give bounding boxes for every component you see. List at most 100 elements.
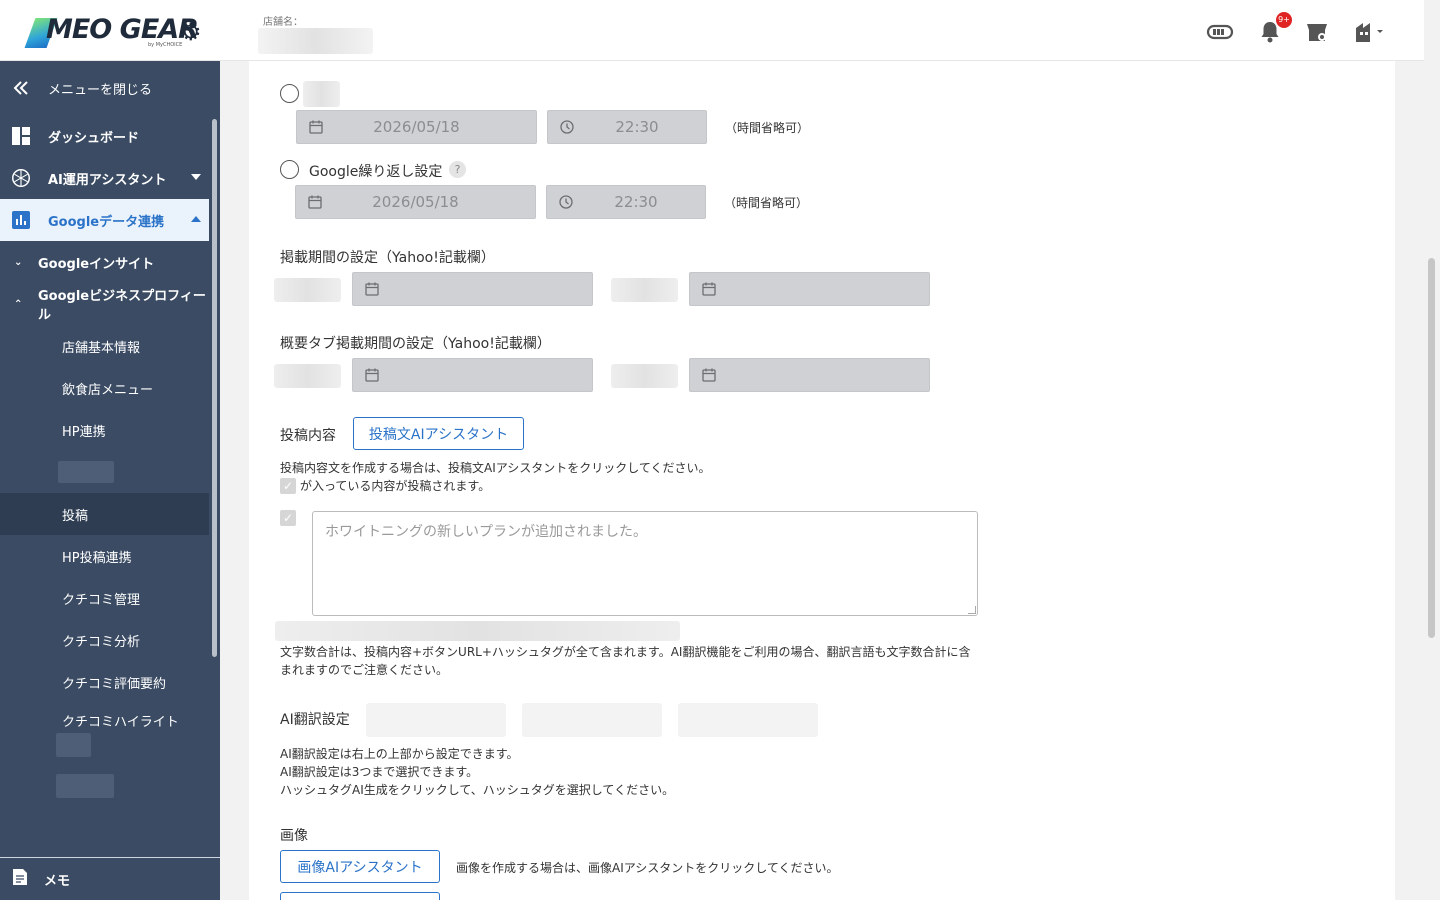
meo-gear-logo[interactable]: MEO GEAR by MyCHOICE ⚙ [24,12,210,52]
sidebar-item-review-summary[interactable]: クチコミ評価要約 [0,661,209,703]
close-menu-label: メニューを閉じる [48,82,153,98]
caret-up-icon [191,216,201,222]
sidebar-item-label: Googleデータ連携 [48,214,165,230]
sidebar-item-post[interactable]: 投稿 [0,493,209,535]
sidebar-item-label: Googleビジネスプロフィール [38,289,206,323]
schedule-date-input[interactable]: 2026/05/18 [296,110,537,144]
close-menu-button[interactable]: メニューを閉じる [0,67,209,109]
sidebar-item-label: HP投稿連携 [62,550,132,566]
time-optional-note: （時間省略可） [725,121,810,135]
yahoo-overview-label: 概要タブ掲載期間の設定（Yahoo!記載欄） [280,336,551,352]
checkbox-sample: ✓ [280,478,296,494]
notification-badge: 9+ [1276,12,1292,28]
page-scrollbar[interactable] [1428,258,1435,638]
start-label [274,364,341,388]
building-dropdown-icon[interactable] [1353,18,1387,46]
sidebar-item-label: ダッシュボード [48,130,140,146]
textarea-value: ホワイトニングの新しいプランが追加されました。 [325,524,647,540]
sidebar-item-label: クチコミ分析 [62,634,141,650]
overview-start-date-input[interactable] [352,358,593,392]
sidebar-item-google-insight[interactable]: ⌄ Googleインサイト [0,241,209,283]
toggle-icon[interactable] [1206,18,1234,46]
char-count-display [275,621,680,641]
calendar-icon [309,120,323,134]
sidebar: メニューを閉じる ダッシュボード AI運用アシスタント Googleデータ連携 … [0,61,220,900]
translation-note-3: ハッシュタグAI生成をクリックして、ハッシュタグを選択してください。 [280,783,675,797]
sidebar-item-label: 店舗基本情報 [62,340,141,356]
store-settings-icon[interactable] [1303,18,1331,46]
overview-end-date-input[interactable] [689,358,930,392]
chevron-up-icon: ⌃ [14,298,23,310]
sidebar-item-review-highlight[interactable]: クチコミハイライト [0,699,209,741]
clock-icon [560,120,574,134]
bar-chart-icon [10,209,32,231]
sidebar-item-restaurant-menu[interactable]: 飲食店メニュー [0,367,209,409]
end-label [611,278,678,302]
yahoo-period-label: 掲載期間の設定（Yahoo!記載欄） [280,250,495,266]
sidebar-item-label: Googleインサイト [38,256,155,272]
image-label: 画像 [280,828,308,844]
sidebar-item-ai-assistant[interactable]: AI運用アシスタント [0,157,209,199]
sidebar-item-dashboard[interactable]: ダッシュボード [0,115,209,157]
post-content-checkbox[interactable]: ✓ [280,510,296,526]
sidebar-item-store-info[interactable]: 店舗基本情報 [0,325,209,367]
translation-slot-3[interactable] [678,703,818,737]
calendar-icon [702,282,716,296]
translation-slot-1[interactable] [366,703,506,737]
sidebar-scrollbar[interactable] [212,119,217,657]
time-optional-note: （時間省略可） [724,196,809,210]
top-header: MEO GEAR by MyCHOICE ⚙ 店舗名： 9+ [0,0,1424,61]
yahoo-end-date-input[interactable] [689,272,930,306]
post-content-textarea[interactable]: ホワイトニングの新しいプランが追加されました。 [312,511,978,616]
double-chevron-left-icon [10,77,32,99]
translation-note-1: AI翻訳設定は右上の上部から設定できます。 [280,747,519,761]
store-name-label: 店舗名： [263,17,303,28]
help-icon[interactable]: ? [449,161,466,178]
sidebar-item-review-management[interactable]: クチコミ管理 [0,577,209,619]
gear-icon: ⚙ [180,18,202,46]
calendar-icon [365,368,379,382]
schedule-option-label [303,81,340,107]
post-ai-assistant-button[interactable]: 投稿文AIアシスタント [353,417,524,450]
image-hint: 画像を作成する場合は、画像AIアシスタントをクリックしてください。 [456,861,839,875]
schedule-time-input[interactable]: 22:30 [547,110,707,144]
sidebar-item-redacted[interactable] [56,774,114,798]
clock-icon [559,195,573,209]
note-icon [12,868,28,890]
image-upload-button[interactable] [280,892,440,900]
sidebar-item-redacted[interactable] [56,733,91,757]
sidebar-item-redacted[interactable] [58,461,114,483]
post-content-label: 投稿内容 [280,428,336,444]
start-label [274,278,341,302]
yahoo-start-date-input[interactable] [352,272,593,306]
translation-label: AI翻訳設定 [280,712,350,728]
schedule-radio[interactable] [280,84,299,103]
char-count-note: 文字数合計は、投稿内容+ボタンURL+ハッシュタグが全て含まれます。AI翻訳機能… [280,645,971,677]
resize-handle[interactable] [968,606,976,614]
chevron-down-icon: ⌄ [14,256,23,268]
sidebar-item-hp-post-link[interactable]: HP投稿連携 [0,535,209,577]
calendar-icon [702,368,716,382]
sidebar-item-hp-link[interactable]: HP連携 [0,409,209,451]
sidebar-item-label: クチコミ管理 [62,592,141,608]
date-value: 2026/05/18 [372,193,459,211]
repeat-time-input[interactable]: 22:30 [546,185,706,219]
sidebar-item-review-analysis[interactable]: クチコミ分析 [0,619,209,661]
sidebar-item-label: 飲食店メニュー [62,382,154,398]
caret-down-icon [191,174,201,180]
repeat-label: Google繰り返し設定 [309,164,443,180]
image-ai-assistant-button[interactable]: 画像AIアシスタント [280,850,440,883]
translation-slot-2[interactable] [522,703,662,737]
post-hint: 投稿内容文を作成する場合は、投稿文AIアシスタントをクリックしてください。 [280,461,711,475]
logo-text: MEO GEAR [46,14,199,45]
calendar-icon [365,282,379,296]
date-value: 2026/05/18 [373,118,460,136]
repeat-date-input[interactable]: 2026/05/18 [295,185,536,219]
sidebar-item-google-data[interactable]: Googleデータ連携 [0,199,209,241]
sidebar-item-business-profile[interactable]: ⌃ Googleビジネスプロフィール [0,283,209,325]
dashboard-icon [10,125,32,147]
sidebar-item-memo[interactable]: メモ [0,857,220,900]
translation-note-2: AI翻訳設定は3つまで選択できます。 [280,765,479,779]
sidebar-item-label: AI運用アシスタント [48,172,167,188]
repeat-radio[interactable] [280,160,299,179]
